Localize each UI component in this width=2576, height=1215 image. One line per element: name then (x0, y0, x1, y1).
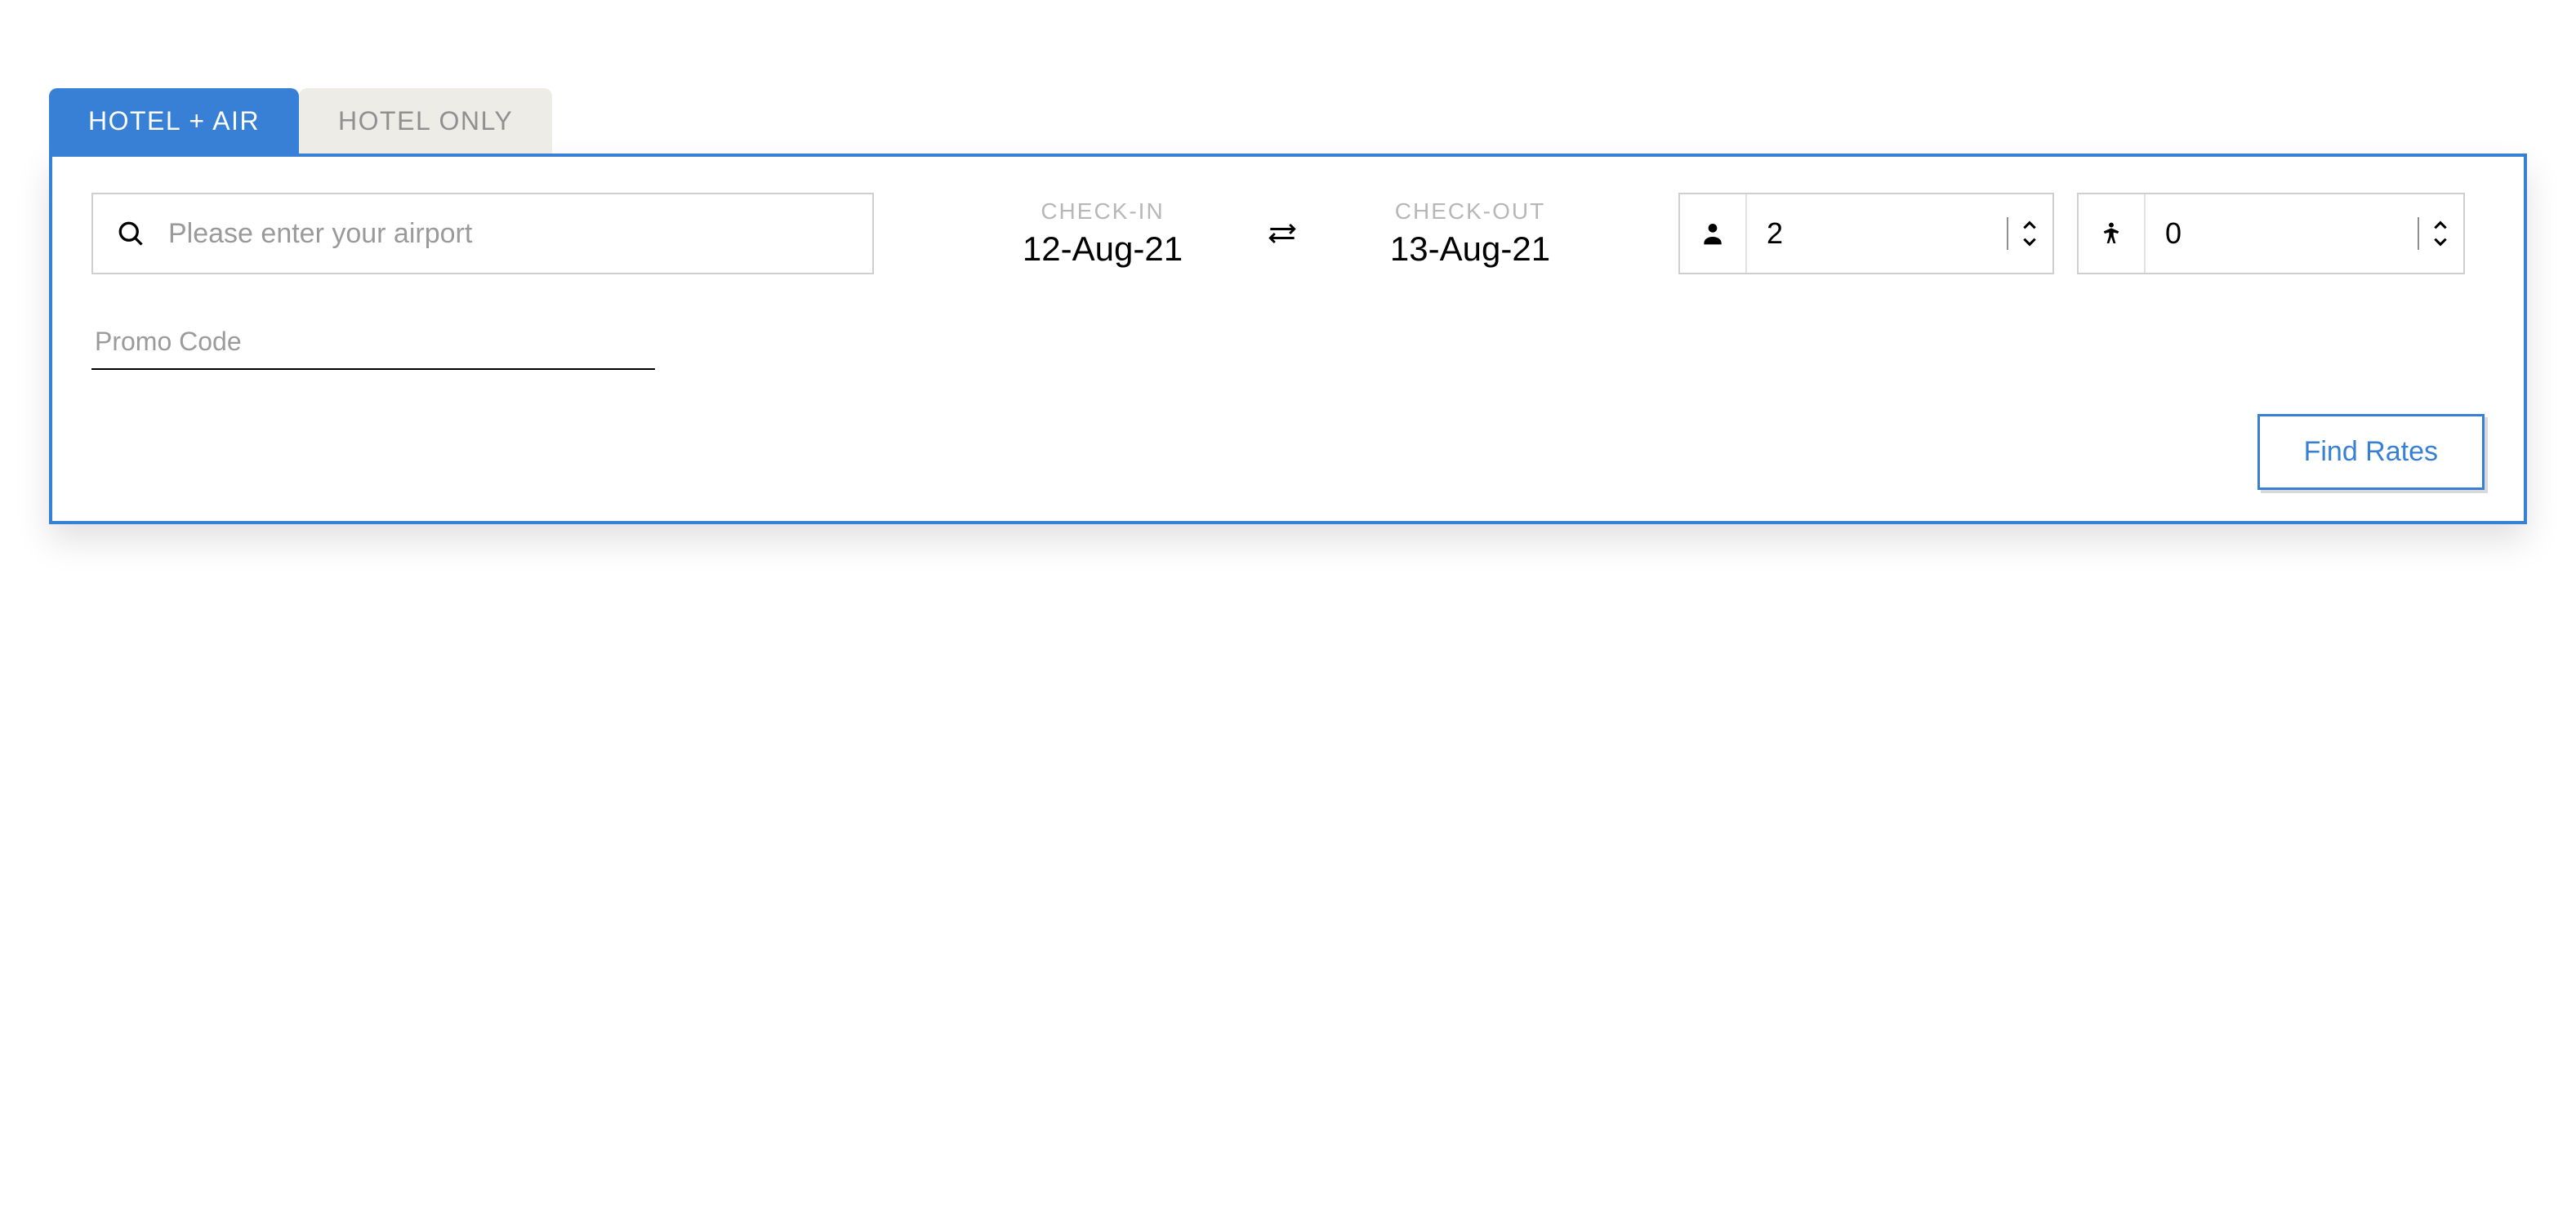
swap-icon (1264, 216, 1300, 251)
adults-stepper[interactable]: 2 (1678, 193, 2054, 274)
checkin-label: CHECK-IN (1041, 198, 1164, 225)
children-value: 0 (2146, 216, 2418, 251)
stepper-arrows-icon (2021, 217, 2039, 250)
checkout-label: CHECK-OUT (1395, 198, 1545, 225)
checkout-picker[interactable]: CHECK-OUT 13-Aug-21 (1356, 198, 1584, 269)
stepper-arrows-icon (2431, 217, 2449, 250)
children-stepper-control[interactable] (2418, 194, 2463, 273)
find-rates-button[interactable]: Find Rates (2257, 414, 2485, 490)
child-icon (2079, 194, 2146, 273)
promo-code-input[interactable] (91, 320, 655, 370)
checkout-value: 13-Aug-21 (1390, 229, 1550, 269)
airport-input[interactable] (168, 194, 849, 273)
tab-hotel-only[interactable]: HOTEL ONLY (299, 88, 552, 154)
airport-field[interactable] (91, 193, 874, 274)
swap-dates-button[interactable] (1209, 216, 1356, 251)
checkin-value: 12-Aug-21 (1023, 229, 1183, 269)
adults-value: 2 (1747, 216, 2007, 251)
adult-icon (1680, 194, 1747, 273)
children-stepper[interactable]: 0 (2077, 193, 2465, 274)
adults-stepper-control[interactable] (2007, 194, 2052, 273)
tab-hotel-air[interactable]: HOTEL + AIR (49, 88, 299, 154)
checkin-picker[interactable]: CHECK-IN 12-Aug-21 (996, 198, 1209, 269)
booking-panel: CHECK-IN 12-Aug-21 CHECK-OUT 13-Aug-21 (49, 154, 2527, 524)
search-icon (116, 219, 145, 248)
booking-tabs: HOTEL + AIR HOTEL ONLY (49, 88, 2527, 154)
